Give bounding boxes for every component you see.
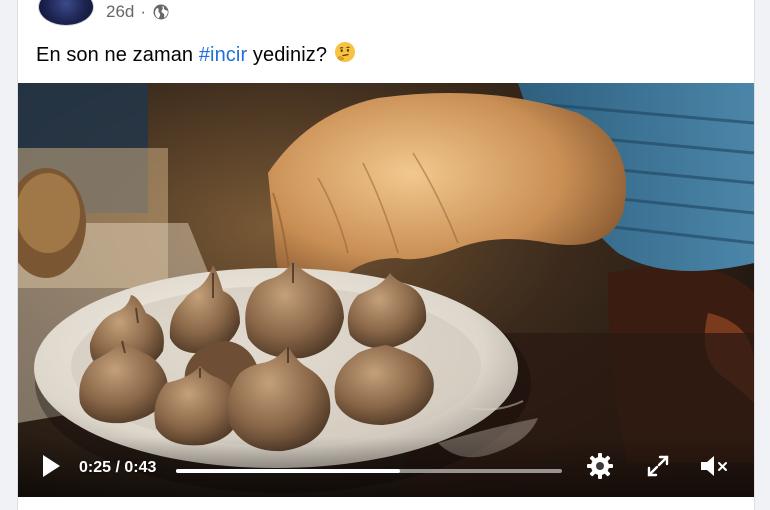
gear-icon[interactable] [585, 451, 615, 486]
time-separator: / [111, 459, 125, 476]
post-meta: 26d · [106, 0, 170, 24]
progress-fill [176, 469, 400, 473]
globe-icon[interactable] [152, 3, 170, 21]
hashtag-link[interactable]: #incir [199, 44, 247, 67]
progress-bar[interactable] [176, 469, 562, 473]
post-timestamp[interactable]: 26d [106, 2, 134, 22]
post-footer-area [18, 497, 754, 510]
current-time: 0:25 [79, 459, 112, 476]
speaker-muted-icon[interactable] [698, 453, 730, 484]
fullscreen-icon[interactable] [645, 453, 671, 484]
post-caption: En son ne zaman #incir yediniz? [36, 40, 357, 70]
video-frame[interactable] [18, 83, 754, 497]
avatar[interactable] [38, 0, 94, 26]
video-player[interactable]: 0:25 / 0:43 [18, 83, 754, 497]
thinking-face-icon [333, 40, 357, 70]
play-icon[interactable] [40, 453, 62, 484]
time-readout: 0:25 / 0:43 [79, 459, 156, 477]
caption-text-start: En son ne zaman [36, 43, 199, 66]
video-controls: 0:25 / 0:43 [18, 437, 754, 497]
post-card: 26d · En son ne zaman #incir yediniz? 0:… [17, 0, 755, 510]
duration: 0:43 [124, 459, 157, 476]
caption-text-end: yediniz? [247, 43, 328, 66]
meta-separator: · [140, 2, 147, 21]
